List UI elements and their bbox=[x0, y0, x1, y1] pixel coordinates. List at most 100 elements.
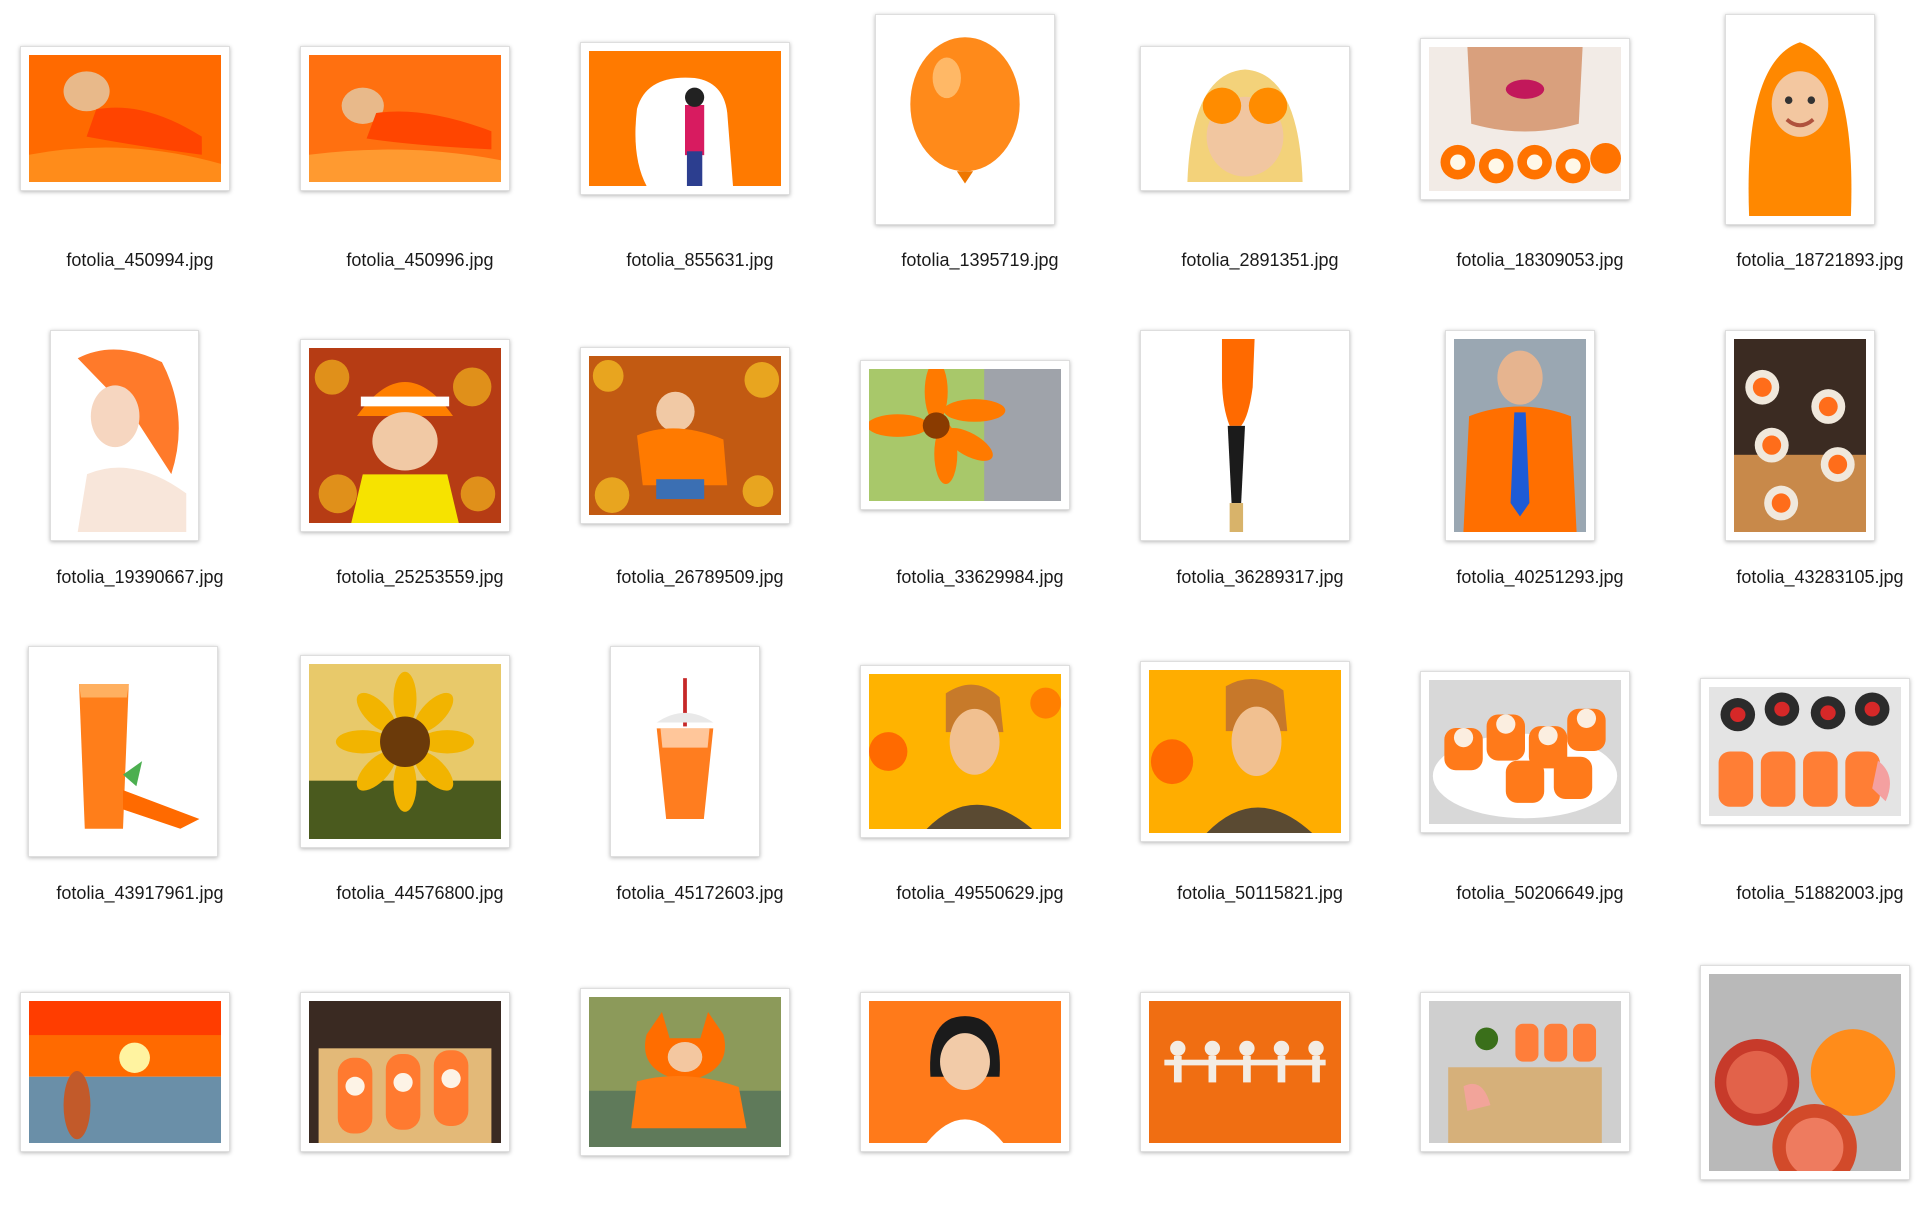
file-name: fotolia_26789509.jpg bbox=[616, 567, 784, 587]
file-item[interactable]: fotolia_25253559.jpg bbox=[280, 317, 560, 597]
thumbnail-frame[interactable] bbox=[580, 42, 790, 195]
file-item[interactable]: fotolia_36289317.jpg bbox=[1120, 317, 1400, 597]
file-item[interactable] bbox=[280, 950, 560, 1230]
file-name: fotolia_43283105.jpg bbox=[1736, 567, 1904, 587]
thumbnail-frame[interactable] bbox=[20, 992, 230, 1152]
file-item[interactable] bbox=[560, 950, 840, 1230]
thumbnail-frame[interactable] bbox=[860, 360, 1070, 510]
file-item[interactable]: fotolia_450996.jpg bbox=[280, 0, 560, 280]
sushi-rolls-board-icon bbox=[1734, 339, 1866, 532]
file-name: fotolia_50115821.jpg bbox=[1177, 883, 1343, 903]
thumbnail-frame[interactable] bbox=[28, 646, 218, 857]
girl-autumn-leaves-icon bbox=[309, 348, 501, 523]
salmon-rolls-icon bbox=[309, 1001, 501, 1143]
file-item[interactable] bbox=[1120, 950, 1400, 1230]
file-name: fotolia_855631.jpg bbox=[626, 250, 774, 270]
file-item[interactable]: fotolia_26789509.jpg bbox=[560, 317, 840, 597]
file-name: fotolia_45172603.jpg bbox=[616, 883, 784, 903]
thumbnail-frame[interactable] bbox=[1140, 46, 1350, 191]
thumbnail-frame[interactable] bbox=[1725, 14, 1875, 225]
thumbnail-frame[interactable] bbox=[1420, 671, 1630, 833]
file-item[interactable]: fotolia_450994.jpg bbox=[0, 0, 280, 280]
file-name: fotolia_25253559.jpg bbox=[336, 567, 504, 587]
blood-oranges-icon bbox=[1709, 974, 1901, 1171]
file-item[interactable]: fotolia_2891351.jpg bbox=[1120, 0, 1400, 280]
child-autumn-leaves-icon bbox=[589, 356, 781, 515]
file-item[interactable]: fotolia_44576800.jpg bbox=[280, 633, 560, 913]
file-name: fotolia_36289317.jpg bbox=[1176, 567, 1344, 587]
thumbnail-frame[interactable] bbox=[1700, 678, 1910, 825]
paintbrush-icon bbox=[1149, 339, 1341, 532]
thumbnail-frame[interactable] bbox=[300, 46, 510, 191]
thumbnail-frame[interactable] bbox=[300, 655, 510, 848]
file-name: fotolia_1395719.jpg bbox=[901, 250, 1059, 270]
sunset-beach-icon bbox=[29, 1001, 221, 1143]
thumbnail-frame[interactable] bbox=[860, 992, 1070, 1152]
thumbnail-frame[interactable] bbox=[300, 339, 510, 532]
thumbnail-frame[interactable] bbox=[1420, 992, 1630, 1152]
thumbnail-frame[interactable] bbox=[580, 988, 790, 1156]
woman-orange-background-icon bbox=[869, 674, 1061, 829]
thumbnail-frame[interactable] bbox=[1140, 992, 1350, 1152]
sunflower-icon bbox=[309, 664, 501, 839]
file-name: fotolia_18309053.jpg bbox=[1456, 250, 1624, 270]
file-item[interactable]: fotolia_43917961.jpg bbox=[0, 633, 280, 913]
file-name: fotolia_450994.jpg bbox=[66, 250, 214, 270]
thumbnail-frame[interactable] bbox=[1140, 330, 1350, 541]
file-name: fotolia_50206649.jpg bbox=[1456, 883, 1624, 903]
file-item[interactable]: fotolia_45172603.jpg bbox=[560, 633, 840, 913]
woman-orange-background-2-icon bbox=[1149, 670, 1341, 833]
orange-balloon-icon bbox=[884, 23, 1046, 216]
file-item[interactable]: fotolia_50115821.jpg bbox=[1120, 633, 1400, 913]
sushi-wood-board-icon bbox=[1429, 1001, 1621, 1143]
file-item[interactable]: fotolia_18721893.jpg bbox=[1680, 0, 1920, 280]
thumbnail-frame[interactable] bbox=[875, 14, 1055, 225]
file-item[interactable]: fotolia_43283105.jpg bbox=[1680, 317, 1920, 597]
file-item[interactable]: fotolia_40251293.jpg bbox=[1400, 317, 1680, 597]
file-name: fotolia_40251293.jpg bbox=[1456, 567, 1624, 587]
file-item[interactable]: fotolia_18309053.jpg bbox=[1400, 0, 1680, 280]
file-item[interactable]: fotolia_33629984.jpg bbox=[840, 317, 1120, 597]
thumbnail-frame[interactable] bbox=[1445, 330, 1595, 541]
sushi-plate-icon bbox=[1429, 680, 1621, 824]
file-name: fotolia_43917961.jpg bbox=[56, 883, 224, 903]
thumbnail-frame[interactable] bbox=[1420, 38, 1630, 200]
file-item[interactable] bbox=[1400, 950, 1680, 1230]
thumbnail-frame[interactable] bbox=[1700, 965, 1910, 1180]
redhead-woman-icon bbox=[59, 339, 190, 532]
file-name: fotolia_44576800.jpg bbox=[336, 883, 504, 903]
girl-painting-wall-icon bbox=[589, 51, 781, 186]
thumbnail-frame[interactable] bbox=[1725, 330, 1875, 541]
thumbnail-frame[interactable] bbox=[610, 646, 760, 857]
smoothie-cup-icon bbox=[619, 655, 751, 848]
smiling-woman-orange-icon bbox=[869, 1001, 1061, 1143]
file-name: fotolia_18721893.jpg bbox=[1736, 250, 1904, 270]
file-item[interactable]: fotolia_51882003.jpg bbox=[1680, 633, 1920, 913]
file-name: fotolia_450996.jpg bbox=[346, 250, 494, 270]
thumbnail-frame[interactable] bbox=[20, 46, 230, 191]
thumbnail-frame[interactable] bbox=[580, 347, 790, 524]
file-item[interactable]: fotolia_50206649.jpg bbox=[1400, 633, 1680, 913]
man-orange-shirt-icon bbox=[1454, 339, 1586, 532]
file-item[interactable] bbox=[1680, 950, 1920, 1230]
file-name: fotolia_19390667.jpg bbox=[56, 567, 224, 587]
thumbnail-frame[interactable] bbox=[1140, 661, 1350, 842]
file-item[interactable]: fotolia_19390667.jpg bbox=[0, 317, 280, 597]
file-item[interactable] bbox=[840, 950, 1120, 1230]
file-name: fotolia_2891351.jpg bbox=[1181, 250, 1339, 270]
file-grid: fotolia_450994.jpg fotolia_450996.jpg fo… bbox=[0, 0, 1920, 1180]
thumbnail-frame[interactable] bbox=[50, 330, 199, 541]
thumbnail-frame[interactable] bbox=[300, 992, 510, 1152]
file-item[interactable]: fotolia_855631.jpg bbox=[560, 0, 840, 280]
file-name: fotolia_51882003.jpg bbox=[1736, 883, 1904, 903]
woman-orange-eyes-icon bbox=[1149, 55, 1341, 182]
sushi-assortment-icon bbox=[1709, 687, 1901, 816]
paper-dolls-icon bbox=[1149, 1001, 1341, 1143]
carrot-juice-icon bbox=[37, 655, 209, 848]
thumbnail-frame[interactable] bbox=[860, 665, 1070, 838]
woman-eating-sushi-icon bbox=[1429, 47, 1621, 191]
file-item[interactable]: fotolia_49550629.jpg bbox=[840, 633, 1120, 913]
file-name: fotolia_49550629.jpg bbox=[896, 883, 1064, 903]
file-item[interactable]: fotolia_1395719.jpg bbox=[840, 0, 1120, 280]
file-item[interactable] bbox=[0, 950, 280, 1230]
